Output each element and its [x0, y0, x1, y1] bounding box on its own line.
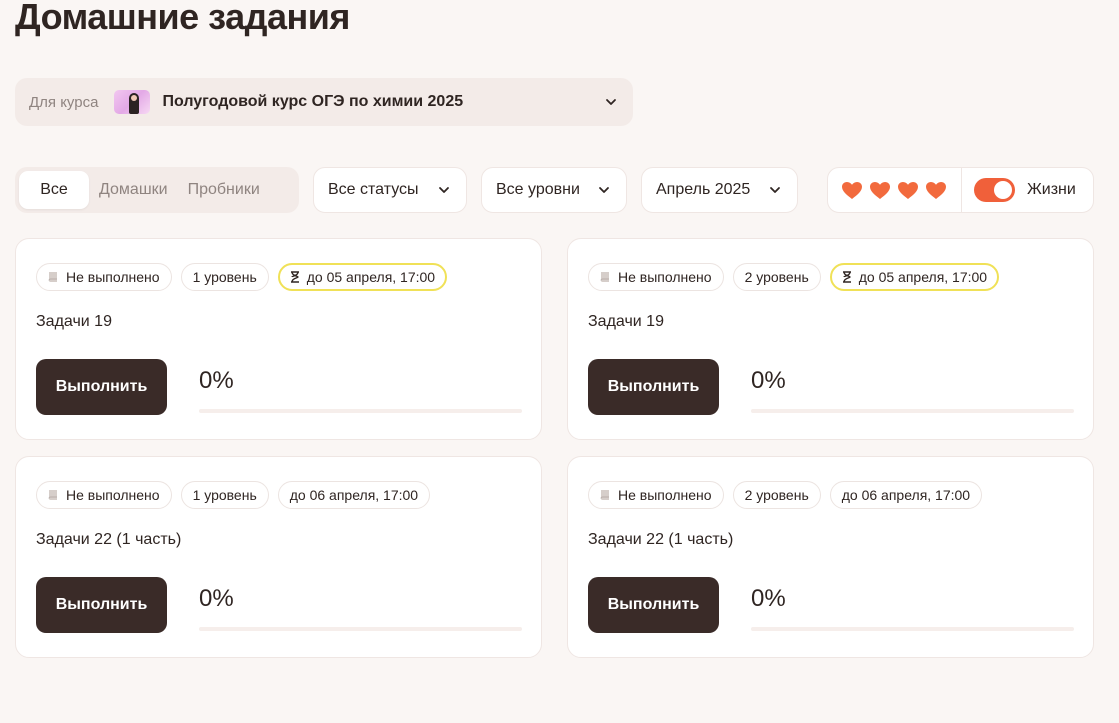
- status-badge-text: Не выполнено: [618, 487, 712, 503]
- status-filter-value: Все статусы: [328, 181, 419, 198]
- assignment-card: Не выполнено 1 уровень до 06 апреля, 17:…: [15, 456, 542, 658]
- heart-icon: [925, 181, 947, 200]
- assignment-title: Задачи 19: [36, 313, 112, 330]
- type-tabs: Все Домашки Пробники: [15, 167, 299, 213]
- progress-percent: 0%: [751, 367, 786, 394]
- course-prefix-label: Для курса: [29, 93, 99, 111]
- deadline-text: до 05 апреля, 17:00: [858, 269, 988, 285]
- course-thumbnail: [114, 90, 151, 114]
- heart-icon: [897, 181, 919, 200]
- level-filter-dropdown[interactable]: Все уровни: [481, 167, 627, 213]
- deadline-badge: до 05 апреля, 17:00: [277, 263, 448, 291]
- do-assignment-button[interactable]: Выполнить: [588, 359, 719, 415]
- lives-label: Жизни: [1027, 181, 1076, 198]
- status-badge: Не выполнено: [36, 263, 172, 291]
- chevron-down-icon: [436, 182, 452, 198]
- status-badge-text: Не выполнено: [66, 269, 160, 285]
- do-assignment-button[interactable]: Выполнить: [588, 577, 719, 633]
- progress-bar: [751, 409, 1074, 413]
- book-icon: [48, 271, 59, 283]
- level-filter-value: Все уровни: [496, 181, 580, 198]
- chevron-down-icon: [603, 94, 619, 110]
- month-filter-value: Апрель 2025: [656, 181, 751, 198]
- progress-percent: 0%: [751, 585, 786, 612]
- deadline-badge: до 06 апреля, 17:00: [829, 481, 983, 509]
- hourglass-icon: [842, 271, 852, 283]
- progress-bar: [751, 627, 1074, 631]
- assignment-card: Не выполнено 2 уровень до 06 апреля, 17:…: [567, 456, 1094, 658]
- tab-all[interactable]: Все: [19, 171, 89, 209]
- heart-icon: [869, 181, 891, 200]
- book-icon: [48, 489, 59, 501]
- hourglass-icon: [290, 271, 300, 283]
- book-icon: [600, 489, 611, 501]
- lives-panel: Жизни: [827, 167, 1094, 213]
- status-badge-text: Не выполнено: [66, 487, 160, 503]
- assignment-card: Не выполнено 2 уровень до 05 апреля, 17:…: [567, 238, 1094, 440]
- level-badge: 1 уровень: [180, 263, 269, 291]
- level-badge: 2 уровень: [732, 481, 821, 509]
- progress-bar: [199, 627, 522, 631]
- progress-percent: 0%: [199, 585, 234, 612]
- assignment-card: Не выполнено 1 уровень до 05 апреля, 17:…: [15, 238, 542, 440]
- lives-toggle[interactable]: [974, 178, 1015, 202]
- progress-bar: [199, 409, 522, 413]
- assignment-title: Задачи 19: [588, 313, 664, 330]
- progress-percent: 0%: [199, 367, 234, 394]
- lives-hearts: [828, 181, 961, 200]
- deadline-badge: до 05 апреля, 17:00: [829, 263, 1000, 291]
- assignment-title: Задачи 22 (1 часть): [36, 531, 182, 548]
- page-title: Домашние задания: [15, 0, 350, 37]
- assignment-title: Задачи 22 (1 часть): [588, 531, 734, 548]
- chevron-down-icon: [596, 182, 612, 198]
- course-name: Полугодовой курс ОГЭ по химии 2025: [162, 93, 464, 110]
- book-icon: [600, 271, 611, 283]
- status-badge-text: Не выполнено: [618, 269, 712, 285]
- level-badge: 2 уровень: [732, 263, 821, 291]
- lives-divider: [961, 167, 962, 213]
- deadline-badge: до 06 апреля, 17:00: [277, 481, 431, 509]
- deadline-text: до 05 апреля, 17:00: [306, 269, 436, 285]
- tab-mock-exams[interactable]: Пробники: [178, 171, 270, 209]
- heart-icon: [841, 181, 863, 200]
- month-filter-dropdown[interactable]: Апрель 2025: [641, 167, 798, 213]
- do-assignment-button[interactable]: Выполнить: [36, 577, 167, 633]
- status-badge: Не выполнено: [588, 481, 724, 509]
- status-badge: Не выполнено: [588, 263, 724, 291]
- course-selector[interactable]: Для курса Полугодовой курс ОГЭ по химии …: [15, 78, 633, 126]
- status-badge: Не выполнено: [36, 481, 172, 509]
- tab-homework[interactable]: Домашки: [89, 171, 178, 209]
- status-filter-dropdown[interactable]: Все статусы: [313, 167, 467, 213]
- chevron-down-icon: [767, 182, 783, 198]
- level-badge: 1 уровень: [180, 481, 269, 509]
- do-assignment-button[interactable]: Выполнить: [36, 359, 167, 415]
